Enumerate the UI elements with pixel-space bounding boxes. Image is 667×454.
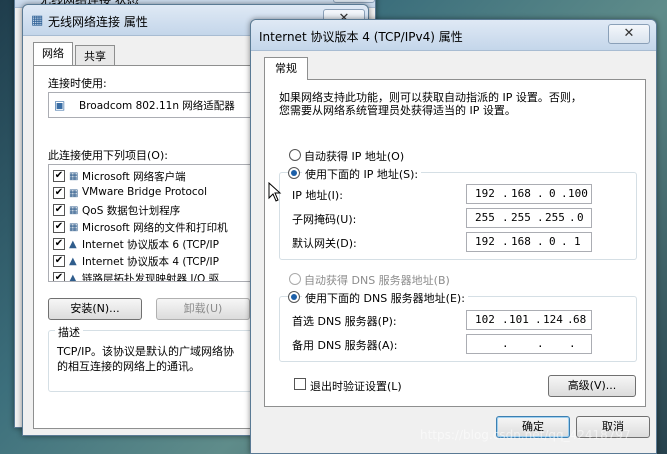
items-label: 此连接使用下列项目(O): [48,149,168,162]
manual-dns-label[interactable]: 使用下面的 DNS 服务器地址(E): [302,290,468,306]
preferred-dns-label: 首选 DNS 服务器(P): [292,315,397,328]
description-text-1: TCP/IP。该协议是默认的广域网络协 [57,345,234,358]
description-text-2: 的相互连接的网络上的通讯。 [57,360,200,373]
item-checkbox[interactable]: ✔ [53,272,65,281]
item-label: Microsoft 网络客户端 [82,171,186,183]
item-checkbox[interactable]: ✔ [53,221,65,233]
item-checkbox[interactable]: ✔ [53,238,65,250]
ipv4-window-titlebar[interactable]: Internet 协议版本 4 (TCP/IPv4) 属性 ✕ [251,20,656,51]
preferred-dns-input[interactable]: 102. 101. 124. 68 [466,310,592,330]
protocol-icon: ▲ [69,273,77,282]
scheduler-icon: ▦ [69,205,79,216]
description-caption: 描述 [55,324,83,340]
client-icon: ▦ [69,171,79,182]
item-label: 链路层拓扑发现映射器 I/O 驱 [82,273,220,282]
tab-general[interactable]: 常规 [264,57,308,80]
install-button[interactable]: 安装(N)... [48,298,142,320]
ipv4-window-title: Internet 协议版本 4 (TCP/IPv4) 属性 [259,30,463,44]
advanced-button[interactable]: 高级(V)... [548,375,636,397]
connect-using-label: 连接时使用: [48,77,107,90]
uninstall-button[interactable]: 卸载(U) [156,298,250,320]
item-label: Internet 协议版本 6 (TCP/IP [82,239,219,251]
intro-text-line-2: 您需要从网络系统管理员处获得适当的 IP 设置。 [279,104,516,117]
protocol-icon: ▲ [69,256,77,267]
ip-address-label: IP 地址(I): [292,189,343,202]
alternate-dns-label: 备用 DNS 服务器(A): [292,339,398,352]
adapter-icon: ▣ [54,98,66,112]
properties-window-title: 无线网络连接 属性 [48,15,148,29]
mouse-cursor-icon [268,182,282,202]
item-checkbox[interactable]: ✔ [53,204,65,216]
item-label: Microsoft 网络的文件和打印机 [82,222,228,234]
tab-sharing[interactable]: 共享 [75,45,115,65]
network-icon: ▦ [31,13,44,28]
default-gateway-label: 默认网关(D): [292,237,357,250]
default-gateway-input[interactable]: 192. 168. 0. 1 [466,232,592,252]
manual-dns-radio[interactable] [288,291,300,303]
subnet-mask-input[interactable]: 255. 255. 255. 0 [466,208,592,228]
manual-ip-label[interactable]: 使用下面的 IP 地址(S): [302,166,422,182]
subnet-mask-label: 子网掩码(U): [292,213,357,226]
dns-group: 使用下面的 DNS 服务器地址(E): 首选 DNS 服务器(P): 102. … [279,290,637,362]
protocol-icon: ▦ [69,188,79,199]
auto-ip-label[interactable]: 自动获得 IP 地址(O) [304,148,404,164]
protocol-icon: ▲ [69,239,77,250]
tab-network[interactable]: 网络 [33,42,73,65]
validate-on-exit-label[interactable]: 退出时验证设置(L) [310,378,402,394]
status-window-close-icon[interactable]: ✕ [333,0,375,3]
item-label: Internet 协议版本 4 (TCP/IP [82,256,219,268]
manual-ip-radio[interactable] [288,167,300,179]
validate-on-exit-checkbox[interactable] [294,378,306,390]
printer-share-icon: ▦ [69,222,79,233]
ipv4-panel: 如果网络支持此功能，则可以获取自动指派的 IP 设置。否则， 您需要从网络系统管… [264,79,646,407]
item-checkbox[interactable]: ✔ [53,187,65,199]
auto-dns-label[interactable]: 自动获得 DNS 服务器地址(B) [304,272,450,288]
ip-address-group: 使用下面的 IP 地址(S): IP 地址(I): 192. 168. 0. 1… [279,166,637,260]
watermark-text: https://blog.csdn.net/qq_42418797 [420,428,631,442]
item-checkbox[interactable]: ✔ [53,255,65,267]
ip-address-input[interactable]: 192. 168. 0. 100 [466,184,592,204]
alternate-dns-input[interactable]: . . . [466,334,592,354]
ipv4-window: Internet 协议版本 4 (TCP/IPv4) 属性 ✕ 常规 如果网络支… [250,19,657,454]
ipv4-window-close-icon[interactable]: ✕ [608,24,650,44]
item-checkbox[interactable]: ✔ [53,170,65,182]
auto-dns-radio[interactable] [289,273,301,285]
item-label: VMware Bridge Protocol [82,186,208,198]
adapter-name: Broadcom 802.11n 网络适配器 [79,100,235,112]
auto-ip-radio[interactable] [289,149,301,161]
item-label: QoS 数据包计划程序 [82,205,181,217]
